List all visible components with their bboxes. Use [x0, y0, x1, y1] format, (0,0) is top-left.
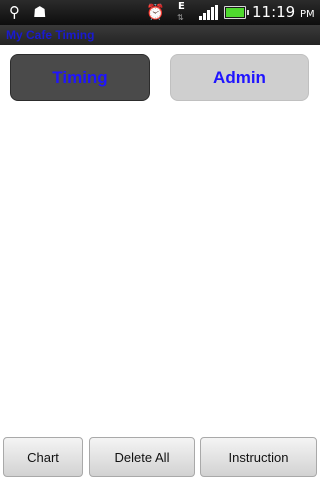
clock-time: 11:19	[252, 3, 296, 21]
battery-nub	[247, 10, 249, 15]
alarm-icon: ⏰	[146, 3, 165, 21]
instruction-button[interactable]: Instruction	[200, 437, 317, 477]
app-title: My Cafe Timing	[6, 28, 95, 42]
status-bar: ⚲ ☗ ⏰ E ⇅ 11:19 PM	[0, 0, 320, 25]
admin-button[interactable]: Admin	[170, 54, 309, 101]
clock-ampm: PM	[300, 9, 315, 20]
debug-icon: ☗	[33, 3, 47, 21]
data-arrows-icon: ⇅	[177, 13, 184, 22]
signal-icon	[199, 5, 219, 20]
chart-button[interactable]: Chart	[3, 437, 83, 477]
network-e-icon: E ⇅	[176, 1, 190, 24]
usb-icon: ⚲	[9, 3, 20, 21]
title-bar: My Cafe Timing	[0, 25, 320, 45]
network-type-label: E	[178, 1, 185, 12]
battery-fill	[226, 8, 244, 17]
status-clock: 11:19 PM	[252, 3, 315, 24]
battery-icon	[224, 6, 249, 19]
delete-all-button[interactable]: Delete All	[89, 437, 195, 477]
timing-button[interactable]: Timing	[10, 54, 150, 101]
phone-screen: ⚲ ☗ ⏰ E ⇅ 11:19 PM My Cafe Timing Timing…	[0, 0, 320, 480]
